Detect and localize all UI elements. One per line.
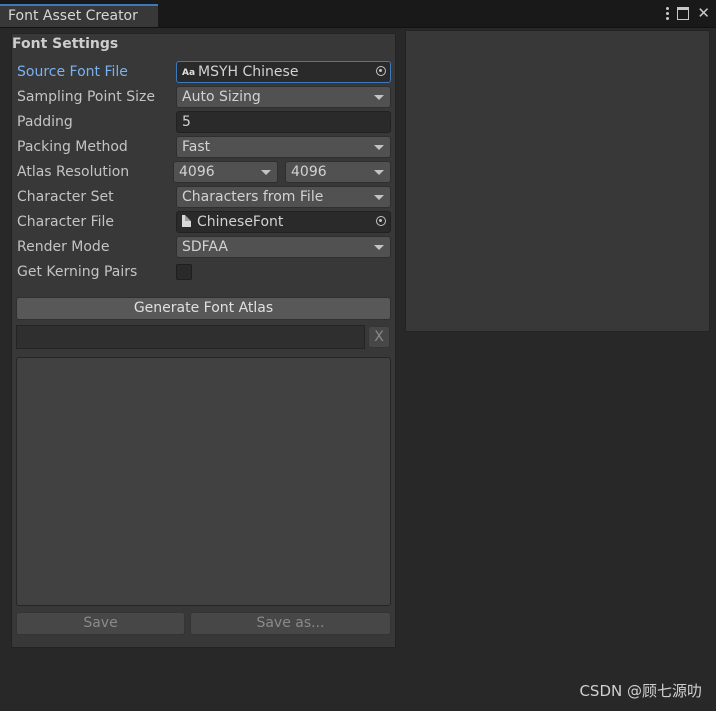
chevron-down-icon xyxy=(374,245,384,250)
title-bar: Font Asset Creator ✕ xyxy=(0,0,716,28)
window-controls: ✕ xyxy=(665,5,710,21)
render-mode-dropdown[interactable]: SDFAA xyxy=(176,236,391,258)
save-button[interactable]: Save xyxy=(16,612,185,635)
padding-label: Padding xyxy=(17,114,73,130)
sampling-point-size-value: Auto Sizing xyxy=(182,89,261,105)
character-file-field[interactable]: ChineseFont xyxy=(176,211,391,233)
character-file-value: ChineseFont xyxy=(197,214,284,230)
padding-value: 5 xyxy=(182,114,191,130)
source-font-file-value: MSYH Chinese xyxy=(198,64,299,80)
output-log-area[interactable] xyxy=(16,357,391,606)
get-kerning-pairs-checkbox[interactable] xyxy=(176,264,192,280)
object-picker-icon[interactable] xyxy=(376,66,386,76)
atlas-height-dropdown[interactable]: 4096 xyxy=(285,161,391,183)
atlas-resolution-label: Atlas Resolution xyxy=(17,164,130,180)
generation-progress-bar xyxy=(16,325,365,349)
packing-method-dropdown[interactable]: Fast xyxy=(176,136,391,158)
section-title: Font Settings xyxy=(12,36,119,52)
get-kerning-pairs-label: Get Kerning Pairs xyxy=(17,264,138,280)
chevron-down-icon xyxy=(374,95,384,100)
source-font-file-label: Source Font File xyxy=(17,64,128,80)
generate-font-atlas-button[interactable]: Generate Font Atlas xyxy=(16,297,391,320)
save-label: Save xyxy=(83,615,118,631)
render-mode-value: SDFAA xyxy=(182,239,228,255)
save-as-label: Save as... xyxy=(256,615,325,631)
chevron-down-icon xyxy=(261,170,271,175)
atlas-preview-panel xyxy=(405,30,710,332)
more-options-icon[interactable] xyxy=(665,6,669,20)
tab-title: Font Asset Creator xyxy=(8,8,138,24)
render-mode-label: Render Mode xyxy=(17,239,110,255)
object-picker-icon[interactable] xyxy=(376,216,386,226)
tab-font-asset-creator[interactable]: Font Asset Creator xyxy=(0,4,158,27)
character-set-value: Characters from File xyxy=(182,189,324,205)
sampling-point-size-dropdown[interactable]: Auto Sizing xyxy=(176,86,391,108)
chevron-down-icon xyxy=(374,195,384,200)
maximize-icon[interactable] xyxy=(677,6,690,20)
watermark: CSDN @顾七源叻 xyxy=(579,682,702,700)
source-font-file-field[interactable]: Aa MSYH Chinese xyxy=(176,61,391,83)
character-file-label: Character File xyxy=(17,214,114,230)
clear-label: X xyxy=(374,329,384,345)
atlas-width-dropdown[interactable]: 4096 xyxy=(173,161,278,183)
character-set-label: Character Set xyxy=(17,189,114,205)
character-set-dropdown[interactable]: Characters from File xyxy=(176,186,391,208)
sampling-point-size-label: Sampling Point Size xyxy=(17,89,155,105)
font-asset-icon: Aa xyxy=(182,68,196,78)
clear-button[interactable]: X xyxy=(368,326,390,348)
atlas-height-value: 4096 xyxy=(291,164,327,180)
packing-method-value: Fast xyxy=(182,139,211,155)
padding-input[interactable]: 5 xyxy=(176,111,391,133)
chevron-down-icon xyxy=(374,145,384,150)
settings-panel: Font Settings Source Font File Aa MSYH Ch… xyxy=(11,33,396,648)
chevron-down-icon xyxy=(374,170,384,175)
save-as-button[interactable]: Save as... xyxy=(190,612,391,635)
text-file-icon xyxy=(182,215,191,227)
close-icon[interactable]: ✕ xyxy=(697,5,710,21)
generate-font-atlas-label: Generate Font Atlas xyxy=(133,300,274,316)
font-asset-creator-window: Font Asset Creator ✕ Font Settings Sourc… xyxy=(0,0,716,711)
atlas-width-value: 4096 xyxy=(179,164,215,180)
packing-method-label: Packing Method xyxy=(17,139,128,155)
